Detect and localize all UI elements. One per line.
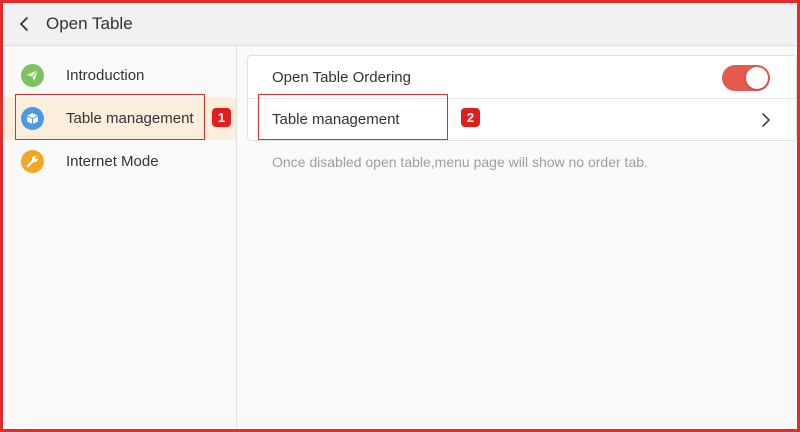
chevron-left-icon[interactable] [4, 3, 44, 46]
table-management-label: Table management [272, 111, 400, 128]
wrench-icon [21, 150, 44, 173]
title-bar: Open Table [3, 3, 797, 46]
sidebar-item-label: Introduction [66, 67, 145, 84]
open-table-ordering-label: Open Table Ordering [272, 68, 411, 86]
sidebar-item-label: Table management [66, 110, 194, 127]
sidebar-item-table-management[interactable]: Table management [3, 97, 236, 140]
hint-text: Once disabled open table,menu page will … [272, 154, 648, 170]
annotation-badge-2: 2 [461, 108, 480, 127]
toggle-knob [746, 67, 768, 89]
open-table-ordering-row: Open Table Ordering [248, 56, 796, 98]
settings-panel: Open Table Ordering Table management [247, 55, 797, 141]
screenshot-frame: Open Table Introduction Table management [0, 0, 800, 432]
chevron-right-icon [762, 113, 770, 127]
sidebar: Introduction Table management Internet M… [3, 46, 237, 429]
paper-plane-icon [21, 64, 44, 87]
open-table-ordering-toggle[interactable] [722, 65, 770, 91]
sidebar-item-introduction[interactable]: Introduction [3, 54, 236, 97]
annotation-badge-1: 1 [212, 108, 231, 127]
page-title: Open Table [46, 14, 133, 33]
cube-icon [21, 107, 44, 130]
sidebar-item-label: Internet Mode [66, 153, 159, 170]
table-management-row[interactable]: Table management [248, 98, 796, 140]
sidebar-item-internet-mode[interactable]: Internet Mode [3, 140, 236, 183]
